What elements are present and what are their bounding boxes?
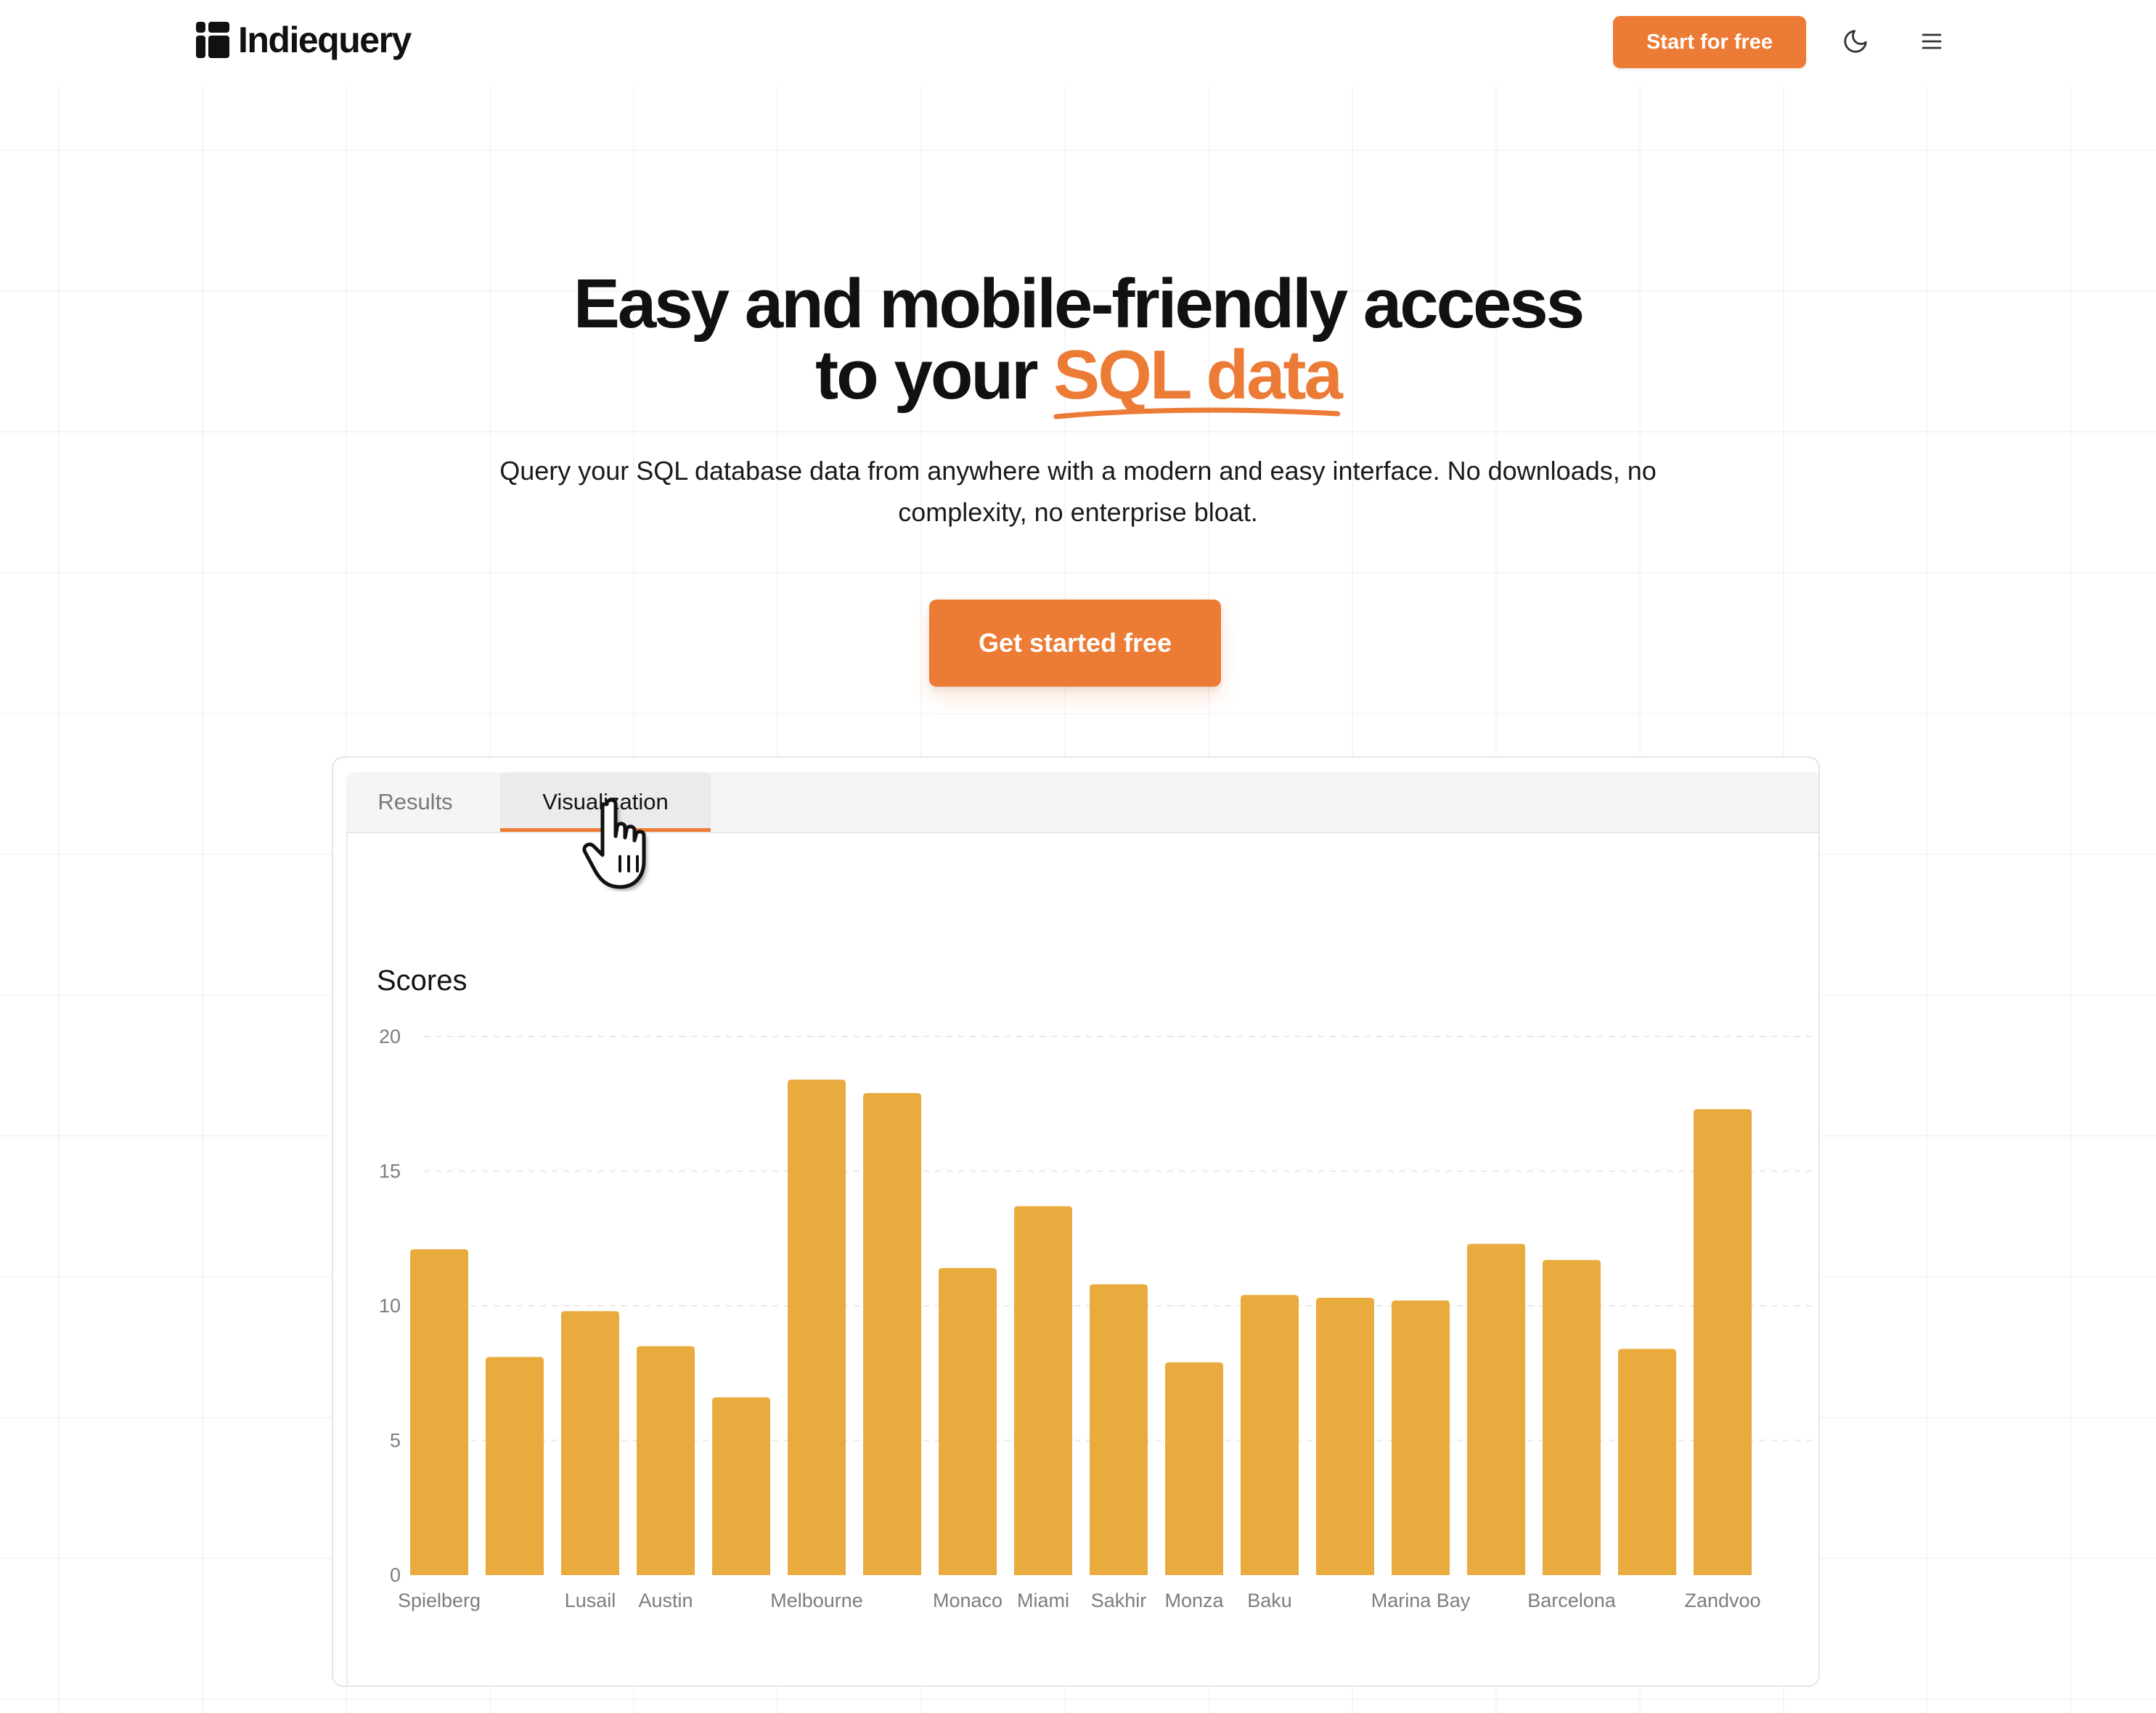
brand-name: Indiequery <box>238 20 412 60</box>
x-tick-label: Barcelona <box>1527 1590 1617 1611</box>
chart-bar <box>1316 1297 1374 1575</box>
chart-bar <box>939 1268 997 1575</box>
y-tick-label: 20 <box>379 1026 401 1047</box>
chart-bar <box>1618 1349 1676 1575</box>
y-tick-label: 15 <box>379 1161 401 1182</box>
tab-bar: Results Visualization <box>346 772 1818 833</box>
x-tick-label: Zandvoo <box>1684 1590 1760 1611</box>
hero-subtitle: Query your SQL database data from anywhe… <box>499 456 1657 527</box>
chart-bar <box>788 1079 846 1575</box>
x-tick-label: Monza <box>1164 1590 1224 1611</box>
hero-title: Easy and mobile-friendly access to your … <box>352 265 1804 420</box>
scores-bar-chart: Scores 0 5 10 15 20 Spielberg Lusail Austin Melbo… <box>377 965 1814 1611</box>
get-started-button[interactable]: Get started free <box>929 600 1221 687</box>
hand-cursor-icon <box>582 798 647 891</box>
tab-results[interactable]: Results <box>361 772 470 832</box>
logo-icon <box>196 22 229 58</box>
x-tick-label: Sakhir <box>1091 1590 1147 1611</box>
chart-bar <box>1090 1284 1148 1575</box>
x-tick-label: Melbourne <box>770 1590 863 1611</box>
chart-bar <box>1543 1259 1601 1575</box>
x-tick-label: Marina Bay <box>1371 1590 1471 1611</box>
y-tick-label: 5 <box>390 1430 401 1452</box>
hero-title-line1: Easy and mobile-friendly access <box>573 265 1585 343</box>
x-tick-label: Miami <box>1017 1590 1069 1611</box>
chart-bar <box>410 1249 468 1575</box>
x-tick-label: Lusail <box>565 1590 616 1611</box>
y-tick-label: 0 <box>390 1564 401 1586</box>
chart-bar <box>561 1311 619 1575</box>
moon-icon <box>1844 30 1867 53</box>
site-header: Indiequery Start for free <box>0 0 2156 86</box>
underline-decoration <box>1053 407 1341 420</box>
hero-title-accent-text: SQL data <box>1053 336 1343 414</box>
chart-bar <box>1467 1243 1525 1575</box>
x-tick-label: Austin <box>638 1590 693 1611</box>
chart-bar <box>1241 1295 1299 1575</box>
menu-button[interactable] <box>1915 25 1948 58</box>
theme-toggle-button[interactable] <box>1839 25 1872 58</box>
x-tick-label: Monaco <box>933 1590 1003 1611</box>
visualization-body: Scores 0 5 10 15 20 Spielberg Lusail Austin Melbo… <box>346 833 1818 1685</box>
chart-title: Scores <box>377 965 467 997</box>
hero-title-line2: to your SQL data <box>352 340 1804 420</box>
chart-bar <box>712 1397 770 1575</box>
query-panel: Results Visualization Scores 0 5 10 15 20 Spie… <box>332 756 1820 1687</box>
x-tick-label: Spielberg <box>398 1590 481 1611</box>
y-tick-label: 10 <box>379 1295 401 1317</box>
chart-bar <box>486 1357 544 1575</box>
menu-icon <box>1922 33 1942 49</box>
chart-bar <box>1014 1206 1072 1575</box>
chart-bar <box>1694 1109 1752 1575</box>
brand-logo[interactable]: Indiequery <box>196 19 412 61</box>
chart-bar <box>637 1346 695 1575</box>
chart-bar <box>1165 1362 1223 1575</box>
start-for-free-button[interactable]: Start for free <box>1613 16 1806 68</box>
hero-title-accent: SQL data <box>1053 340 1343 420</box>
hero-title-prefix: to your <box>815 336 1054 414</box>
chart-bar <box>863 1092 921 1575</box>
x-tick-label: Baku <box>1247 1590 1292 1611</box>
chart-bar <box>1392 1300 1450 1575</box>
